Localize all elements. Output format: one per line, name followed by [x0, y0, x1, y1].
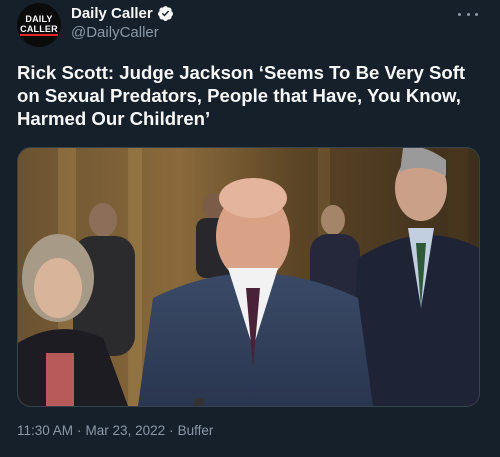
verified-badge-icon — [157, 6, 173, 21]
tweet-date[interactable]: Mar 23, 2022 — [86, 423, 166, 438]
author-handle[interactable]: @DailyCaller — [71, 24, 159, 41]
avatar-logo-line2: CALLER — [20, 24, 58, 36]
avatar-logo-line1: DAILY — [25, 14, 53, 24]
tweet-source: Buffer — [177, 423, 214, 438]
avatar[interactable]: DAILY CALLER — [17, 3, 61, 47]
more-options-icon[interactable] — [458, 6, 478, 22]
author-name[interactable]: Daily Caller — [71, 5, 153, 22]
tweet-media-image[interactable] — [17, 147, 480, 407]
author-name-row: Daily Caller — [71, 5, 174, 22]
tweet[interactable]: DAILY CALLER Daily Caller @DailyCaller R… — [0, 0, 500, 457]
press-conference-photo — [18, 148, 479, 406]
meta-separator: · — [169, 423, 174, 438]
meta-separator: · — [77, 423, 82, 438]
tweet-text: Rick Scott: Judge Jackson ‘Seems To Be V… — [17, 62, 466, 129]
tweet-metadata: 11:30 AM · Mar 23, 2022 · Buffer — [17, 423, 213, 438]
tweet-time[interactable]: 11:30 AM — [17, 423, 73, 438]
